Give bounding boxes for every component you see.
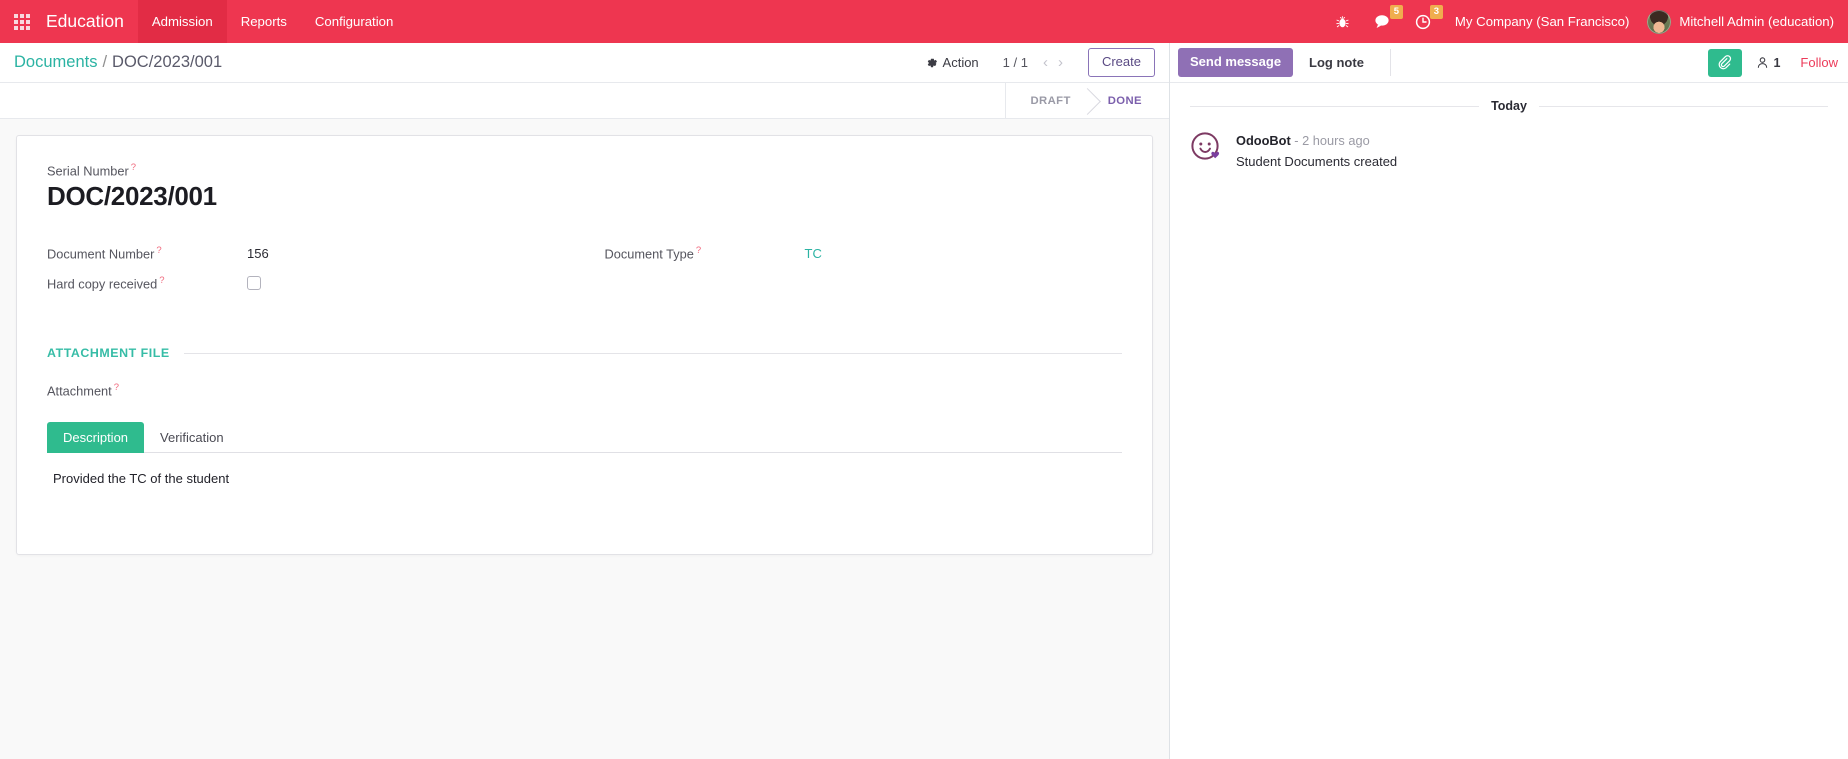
form-column-left: Document Number? 156 Hard copy received? [47, 238, 565, 298]
title-block: Serial Number? DOC/2023/001 [47, 162, 1122, 212]
form-view-panel: Documents / DOC/2023/001 Action 1 / 1 ‹ … [0, 43, 1170, 759]
message-body: OdooBot - 2 hours ago Student Documents … [1236, 131, 1397, 171]
top-navbar: Education Admission Reports Configuratio… [0, 0, 1848, 43]
notebook-page-description[interactable]: Provided the TC of the student [47, 453, 1122, 543]
create-button[interactable]: Create [1087, 48, 1155, 77]
sheet-wrapper: Serial Number? DOC/2023/001 Document Num… [0, 119, 1169, 759]
apps-grid-icon[interactable] [0, 0, 44, 43]
activity-badge: 3 [1429, 5, 1443, 19]
field-document-number: Document Number? 156 [47, 238, 565, 268]
pager-value[interactable]: 1 / 1 [1003, 55, 1028, 70]
tooltip-icon[interactable]: ? [131, 162, 136, 173]
serial-number-label: Serial Number? [47, 162, 137, 179]
section-title: ATTACHMENT FILE [47, 346, 170, 361]
gear-icon [926, 57, 938, 69]
form-column-right: Document Type? TC [605, 238, 1123, 298]
main-area: Documents / DOC/2023/001 Action 1 / 1 ‹ … [0, 43, 1848, 759]
record-pager: 1 / 1 ‹ › [1003, 55, 1068, 70]
breadcrumb-current: DOC/2023/001 [112, 53, 223, 71]
odoobot-avatar [1190, 131, 1222, 163]
user-menu[interactable]: Mitchell Admin (education) [1641, 9, 1834, 34]
document-number-label: Document Number? [47, 245, 162, 262]
chevron-right-icon[interactable]: › [1053, 55, 1068, 70]
tab-description[interactable]: Description [47, 421, 145, 454]
notebook: Description Verification Provided the TC… [47, 421, 1122, 544]
user-icon [1758, 57, 1768, 68]
message-item: OdooBot - 2 hours ago Student Documents … [1190, 131, 1828, 171]
message-timestamp: - 2 hours ago [1294, 133, 1370, 148]
document-type-value[interactable]: TC [805, 246, 822, 261]
action-menu-button[interactable]: Action [926, 55, 979, 70]
statusbar-row: DRAFT DONE [0, 83, 1169, 119]
day-label: Today [1491, 99, 1527, 113]
bug-icon[interactable] [1328, 0, 1358, 43]
form-sheet: Serial Number? DOC/2023/001 Document Num… [16, 135, 1153, 555]
hard-copy-checkbox[interactable] [247, 276, 261, 291]
avatar [1647, 9, 1672, 34]
form-fields-grid: Document Number? 156 Hard copy received? [47, 238, 1122, 298]
chatter-topbar: Send message Log note 1 Follow [1170, 43, 1848, 83]
attachment-label: Attachment? [47, 382, 120, 399]
menu-reports[interactable]: Reports [227, 0, 301, 43]
company-selector[interactable]: My Company (San Francisco) [1443, 14, 1641, 29]
serial-number-value[interactable]: DOC/2023/001 [47, 181, 1122, 212]
field-hard-copy-received: Hard copy received? [47, 268, 565, 298]
tab-verification[interactable]: Verification [144, 422, 240, 454]
day-line-right [1538, 105, 1829, 107]
follow-button[interactable]: Follow [1800, 55, 1838, 70]
menu-admission[interactable]: Admission [137, 0, 227, 43]
chatter-divider [1389, 49, 1391, 76]
message-header: OdooBot - 2 hours ago [1236, 132, 1397, 150]
document-number-value[interactable]: 156 [247, 246, 269, 261]
breadcrumb: Documents / DOC/2023/001 [14, 53, 222, 72]
notebook-tabs: Description Verification [47, 421, 1122, 454]
log-note-button[interactable]: Log note [1297, 49, 1376, 76]
chatter-panel: Send message Log note 1 Follow Today Odo… [1170, 43, 1848, 759]
field-attachment: Attachment? [47, 382, 1122, 398]
chevron-left-icon[interactable]: ‹ [1038, 55, 1053, 70]
paperclip-icon[interactable] [1708, 48, 1743, 77]
message-text: Student Documents created [1236, 153, 1398, 169]
document-type-label: Document Type? [604, 245, 702, 262]
field-document-type: Document Type? TC [605, 238, 1123, 268]
control-panel: Documents / DOC/2023/001 Action 1 / 1 ‹ … [0, 43, 1169, 83]
breadcrumb-documents[interactable]: Documents [14, 53, 97, 72]
messages-icon[interactable]: 5 [1368, 0, 1403, 43]
tooltip-icon[interactable]: ? [114, 382, 119, 393]
chatter-messages: Today OdooBot - 2 hours ago Student Docu… [1170, 83, 1848, 759]
breadcrumb-separator: / [102, 53, 108, 71]
app-brand-education[interactable]: Education [44, 0, 138, 43]
statusbar: DRAFT DONE [1005, 83, 1169, 118]
messages-badge: 5 [1389, 5, 1403, 19]
followers-count: 1 [1773, 55, 1781, 70]
day-line-left [1190, 105, 1480, 107]
user-menu-label: Mitchell Admin (education) [1679, 14, 1834, 29]
tooltip-icon[interactable]: ? [159, 275, 164, 286]
send-message-button[interactable]: Send message [1178, 48, 1294, 77]
tooltip-icon[interactable]: ? [156, 245, 161, 256]
stage-draft[interactable]: DRAFT [1010, 83, 1088, 118]
message-author[interactable]: OdooBot [1236, 133, 1291, 148]
clock-icon[interactable]: 3 [1408, 0, 1443, 43]
action-label: Action [942, 55, 979, 70]
attachment-section-header: ATTACHMENT FILE [47, 346, 1122, 360]
day-separator: Today [1190, 99, 1829, 113]
hard-copy-label: Hard copy received? [47, 275, 165, 292]
tooltip-icon[interactable]: ? [696, 245, 701, 256]
section-divider [183, 352, 1122, 354]
menu-configuration[interactable]: Configuration [301, 0, 407, 43]
navbar-right-group: 5 3 My Company (San Francisco) Mitchell … [1323, 0, 1848, 43]
followers-button[interactable]: 1 [1756, 56, 1780, 70]
